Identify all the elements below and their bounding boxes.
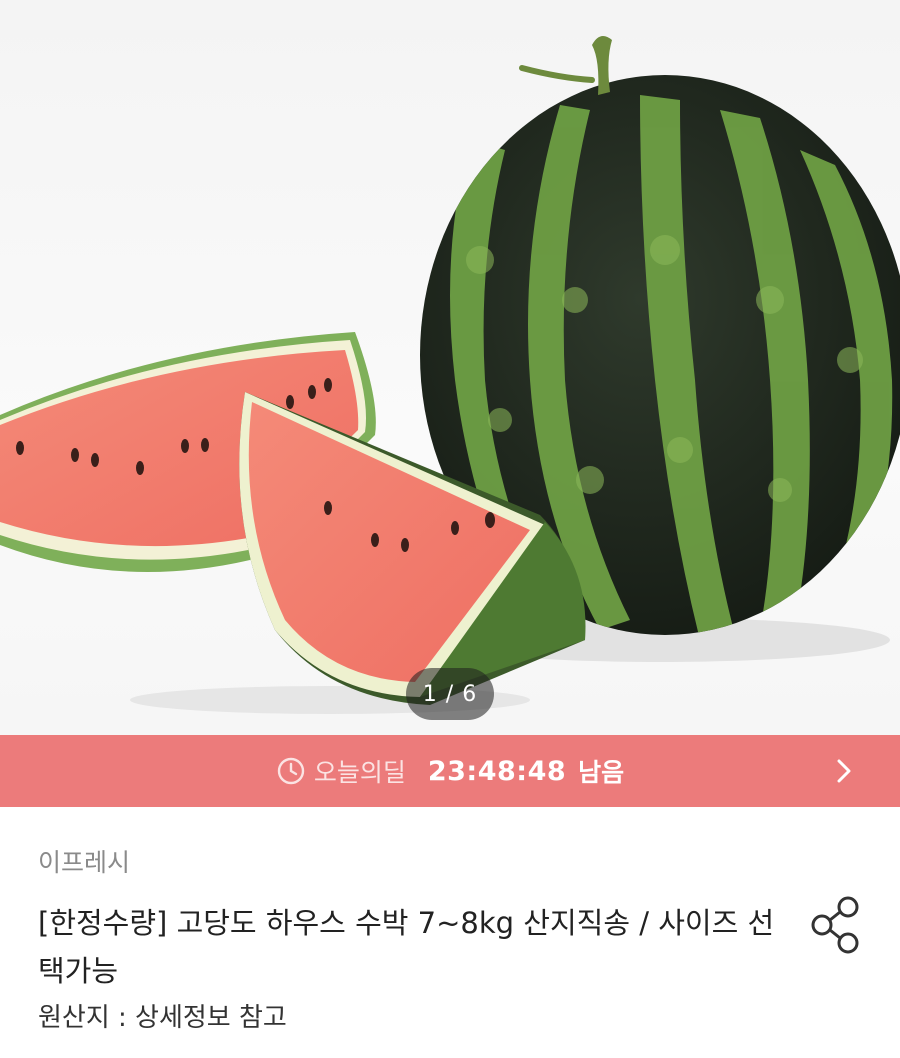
today-deal-banner[interactable]: 오늘의딜 23:48:48 남음 — [0, 735, 900, 807]
brand-name[interactable]: 이프레시 — [38, 843, 130, 879]
share-icon[interactable] — [808, 895, 864, 955]
product-origin: 원산지 : 상세정보 참고 — [38, 1003, 287, 1033]
deal-countdown: 23:48:48 — [427, 755, 567, 787]
clock-icon — [277, 757, 305, 785]
image-counter: 1 / 6 — [406, 668, 494, 720]
product-title: [한정수량] 고당도 하우스 수박 7~8kg 산지직송 / 사이즈 선택가능 — [38, 906, 775, 988]
product-image-gallery[interactable]: 1 / 6 — [0, 0, 900, 735]
chevron-right-icon[interactable] — [828, 755, 860, 787]
product-image — [0, 36, 900, 714]
deal-remaining-label: 남음 — [578, 758, 625, 787]
deal-label: 오늘의딜 — [313, 758, 406, 787]
